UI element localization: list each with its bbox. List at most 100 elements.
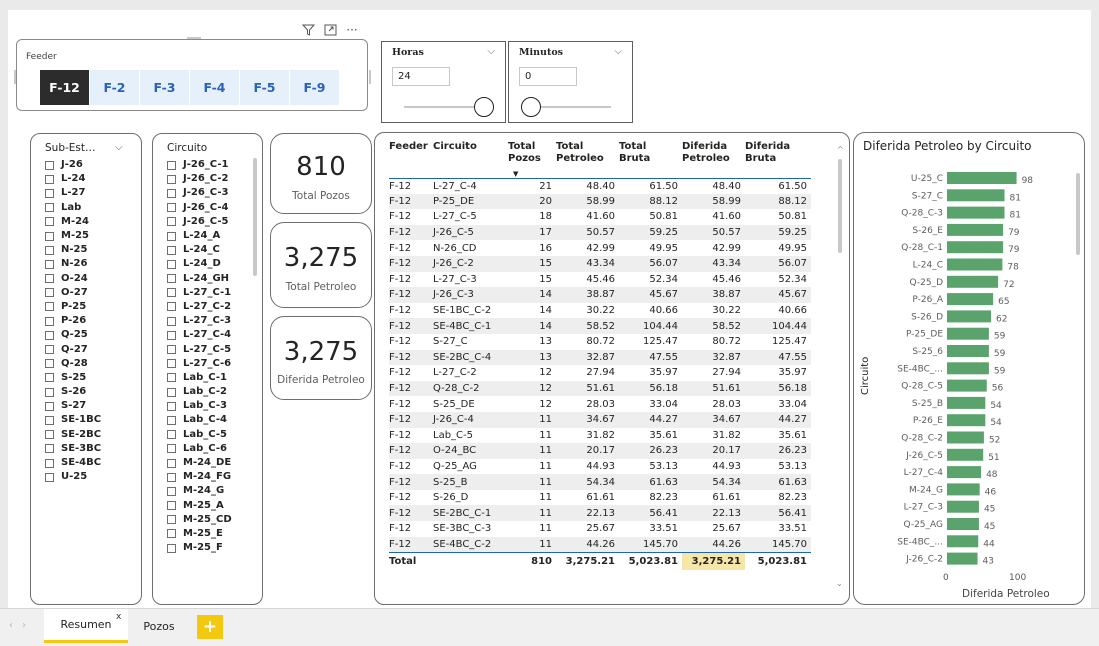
- feeder-tile-f-5[interactable]: F-5: [240, 70, 290, 105]
- resize-handle-top[interactable]: [187, 37, 201, 39]
- sub-estacion-item[interactable]: SE-4BC: [45, 456, 101, 470]
- table-row[interactable]: F-12 Q-25_AG 11 44.93 53.13 44.93 53.13: [389, 459, 811, 475]
- checkbox[interactable]: [45, 359, 54, 369]
- table-row[interactable]: F-12 Q-28_C-2 12 51.61 56.18 51.61 56.18: [389, 380, 811, 397]
- checkbox[interactable]: [167, 373, 176, 383]
- horas-input[interactable]: 24: [392, 67, 450, 86]
- bar[interactable]: [947, 362, 989, 375]
- table-row[interactable]: F-12 Lab_C-5 11 31.82 35.61 31.82 35.61: [389, 428, 811, 444]
- checkbox[interactable]: [45, 274, 54, 284]
- table-scrollbar[interactable]: [838, 159, 842, 253]
- sub-estacion-item[interactable]: N-25: [45, 243, 101, 257]
- circuito-item[interactable]: M-25_CD: [167, 513, 232, 527]
- circuito-item[interactable]: J-26_C-2: [167, 172, 232, 186]
- circuito-item[interactable]: L-27_C-3: [167, 314, 232, 328]
- sub-estacion-item[interactable]: L-24: [45, 172, 101, 186]
- sub-estacion-item[interactable]: P-26: [45, 314, 101, 328]
- add-page-button[interactable]: +: [197, 615, 223, 639]
- circuito-item[interactable]: M-25_F: [167, 541, 232, 555]
- bar[interactable]: [947, 483, 980, 496]
- circuito-item[interactable]: J-26_C-3: [167, 186, 232, 200]
- bar[interactable]: [947, 500, 979, 513]
- bar[interactable]: [947, 241, 1004, 254]
- checkbox[interactable]: [167, 401, 176, 411]
- sub-estacion-item[interactable]: Q-25: [45, 328, 101, 342]
- circuito-item[interactable]: Lab_C-1: [167, 371, 232, 385]
- table-row[interactable]: F-12 J-26_C-4 11 34.67 44.27 34.67 44.27: [389, 411, 811, 428]
- table-row[interactable]: F-12 P-25_DE 20 58.99 88.12 58.99 88.12: [389, 193, 811, 210]
- circuito-item[interactable]: Lab_C-4: [167, 413, 232, 427]
- checkbox[interactable]: [45, 203, 54, 213]
- checkbox[interactable]: [167, 486, 176, 496]
- circuito-item[interactable]: J-26_C-1: [167, 158, 232, 172]
- bar[interactable]: [947, 414, 986, 427]
- bar[interactable]: [947, 327, 989, 340]
- bar[interactable]: [947, 258, 1003, 271]
- table-row[interactable]: F-12 S-26_D 11 61.61 82.23 61.61 82.23: [389, 490, 811, 506]
- close-icon[interactable]: x: [116, 612, 121, 622]
- bar[interactable]: [947, 535, 979, 548]
- table-row[interactable]: F-12 S-27_C 13 80.72 125.47 80.72 125.47: [389, 334, 811, 350]
- chevron-down-icon[interactable]: ⌵: [115, 142, 123, 153]
- table-row[interactable]: F-12 SE-1BC_C-2 14 30.22 40.66 30.22 40.66: [389, 303, 811, 319]
- sub-estacion-item[interactable]: O-24: [45, 272, 101, 286]
- filter-icon[interactable]: [299, 22, 317, 38]
- table-row[interactable]: F-12 SE-4BC_C-2 11 44.26 145.70 44.26 145.70: [389, 536, 811, 553]
- circuito-header[interactable]: Circuito: [167, 142, 207, 154]
- circuito-item[interactable]: L-27_C-4: [167, 328, 232, 342]
- checkbox[interactable]: [45, 231, 54, 241]
- circuito-item[interactable]: L-27_C-6: [167, 357, 232, 371]
- checkbox[interactable]: [45, 387, 54, 397]
- sub-estacion-item[interactable]: SE-2BC: [45, 428, 101, 442]
- feeder-tile-f-9[interactable]: F-9: [290, 70, 340, 105]
- circuito-item[interactable]: J-26_C-4: [167, 201, 232, 215]
- table-row[interactable]: F-12 L-27_C-2 12 27.94 35.97 27.94 35.97: [389, 365, 811, 381]
- column-header[interactable]: Feeder: [389, 141, 433, 179]
- sub-estacion-item[interactable]: SE-3BC: [45, 442, 101, 456]
- column-header[interactable]: Total Petroleo: [556, 141, 619, 179]
- checkbox[interactable]: [167, 444, 176, 454]
- chart-scrollbar[interactable]: [1076, 173, 1080, 255]
- chevron-down-icon[interactable]: ⌵: [487, 46, 495, 57]
- circuito-item[interactable]: L-24_D: [167, 257, 232, 271]
- bar[interactable]: [947, 396, 986, 409]
- checkbox[interactable]: [167, 472, 176, 482]
- sub-estacion-item[interactable]: S-26: [45, 385, 101, 399]
- circuito-item[interactable]: L-24_C: [167, 243, 232, 257]
- checkbox[interactable]: [167, 288, 176, 298]
- checkbox[interactable]: [167, 330, 176, 340]
- bar[interactable]: [947, 206, 1005, 219]
- circuito-item[interactable]: M-25_E: [167, 527, 232, 541]
- checkbox[interactable]: [45, 401, 54, 411]
- bar[interactable]: [947, 275, 999, 288]
- prev-page-icon[interactable]: ‹: [9, 620, 13, 631]
- table-row[interactable]: F-12 SE-2BC_C-4 13 32.87 47.55 32.87 47.55: [389, 349, 811, 366]
- sub-estacion-item[interactable]: U-25: [45, 470, 101, 484]
- minutos-slider-track[interactable]: [531, 106, 611, 108]
- minutos-input[interactable]: 0: [519, 67, 577, 86]
- resize-handle-left[interactable]: [14, 70, 16, 84]
- feeder-tile-f-3[interactable]: F-3: [140, 70, 190, 105]
- sub-estacion-item[interactable]: L-27: [45, 186, 101, 200]
- horas-slider-knob[interactable]: [474, 97, 494, 117]
- checkbox[interactable]: [167, 302, 176, 312]
- bar[interactable]: [947, 172, 1017, 184]
- checkbox[interactable]: [45, 160, 54, 170]
- sub-estacion-item[interactable]: J-26: [45, 158, 101, 172]
- sub-estacion-item[interactable]: M-24: [45, 215, 101, 229]
- circuito-item[interactable]: Lab_C-5: [167, 428, 232, 442]
- circuito-item[interactable]: M-24_G: [167, 484, 232, 498]
- checkbox[interactable]: [167, 188, 176, 198]
- bar[interactable]: [947, 379, 987, 392]
- chevron-down-icon[interactable]: ⌵: [614, 46, 622, 57]
- checkbox[interactable]: [167, 415, 176, 425]
- checkbox[interactable]: [45, 330, 54, 340]
- tab-pozos[interactable]: Pozos: [134, 609, 184, 643]
- checkbox[interactable]: [167, 515, 176, 525]
- circuito-item[interactable]: M-24_FG: [167, 470, 232, 484]
- sub-estacion-item[interactable]: O-27: [45, 286, 101, 300]
- column-header[interactable]: Circuito: [433, 141, 508, 179]
- sub-estacion-item[interactable]: Q-27: [45, 342, 101, 356]
- sub-estacion-item[interactable]: S-25: [45, 371, 101, 385]
- checkbox[interactable]: [167, 245, 176, 255]
